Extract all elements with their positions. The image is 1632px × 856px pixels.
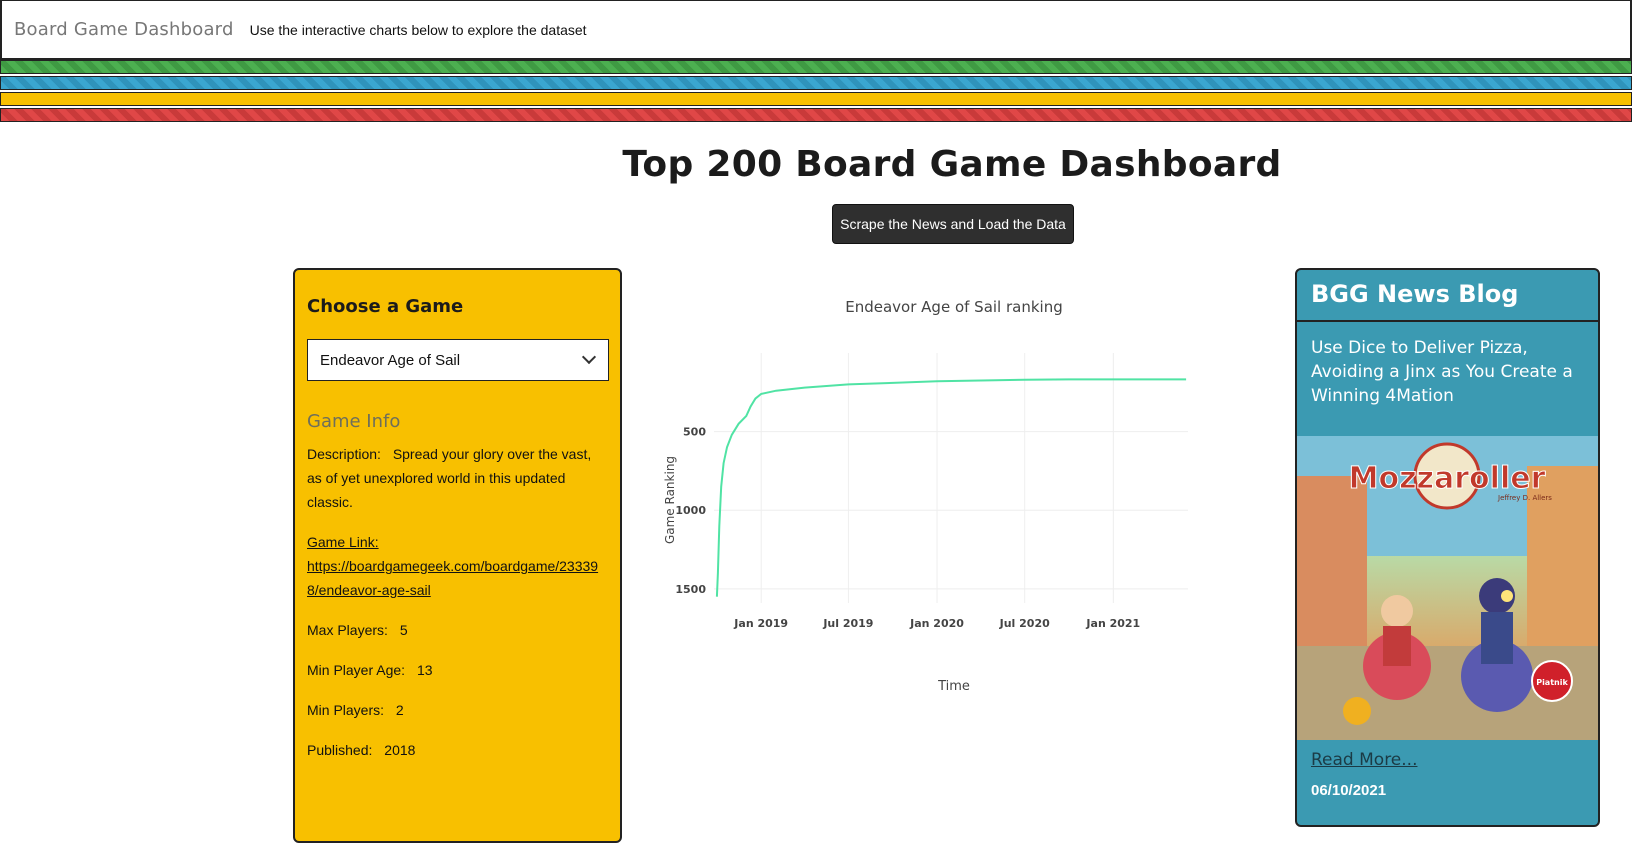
max-players-value: 5 [399,622,408,638]
chart-title: Endeavor Age of Sail ranking [845,298,1063,316]
brand-title[interactable]: Board Game Dashboard [14,19,234,40]
published-row: Published: 2018 [307,738,608,762]
x-tick-label: Jan 2020 [909,617,964,630]
game-link-label[interactable]: Game Link: [307,534,379,550]
chevron-down-icon [581,349,597,365]
min-age-value: 13 [416,662,433,678]
game-panel: Choose a Game Endeavor Age of Sail Game … [293,268,622,843]
news-image[interactable]: Mozzaroller Jeffrey D. Allers Piatnik [1297,436,1598,740]
published-label: Published: [307,742,373,758]
news-image-author: Jeffrey D. Allers [1497,494,1552,502]
game-select-value: Endeavor Age of Sail [320,351,461,369]
game-info-heading: Game Info [307,411,401,432]
min-age-row: Min Player Age: 13 [307,658,608,682]
green-stripe [0,60,1632,74]
read-more-link[interactable]: Read More... [1311,750,1598,770]
y-tick-label: 1500 [675,583,706,596]
x-tick-label: Jul 2020 [999,617,1050,630]
min-age-label: Min Player Age: [307,662,406,678]
game-select[interactable]: Endeavor Age of Sail [307,339,609,381]
news-title[interactable]: Use Dice to Deliver Pizza, Avoiding a Ji… [1297,322,1598,436]
navbar: Board Game Dashboard Use the interactive… [0,0,1632,60]
page-title-wrap: Top 200 Board Game Dashboard [0,144,1632,185]
max-players-row: Max Players: 5 [307,618,608,642]
description-row: Description: Spread your glory over the … [307,442,608,514]
min-players-value: 2 [395,702,404,718]
chart-x-axis-label: Time [937,679,970,694]
game-info: Description: Spread your glory over the … [307,442,608,762]
min-players-label: Min Players: [307,702,385,718]
ranking-chart[interactable]: Endeavor Age of Sail ranking Time Game R… [658,290,1218,710]
ranking-chart-svg[interactable]: Endeavor Age of Sail ranking Time Game R… [658,290,1218,710]
published-value: 2018 [384,742,416,758]
news-image-title: Mozzaroller [1349,461,1546,496]
red-stripe [0,108,1632,122]
min-players-row: Min Players: 2 [307,698,608,722]
game-link-row: Game Link: https://boardgamegeek.com/boa… [307,530,608,602]
news-date: 06/10/2021 [1311,782,1387,799]
x-tick-label: Jan 2019 [733,617,788,630]
x-tick-label: Jan 2021 [1085,617,1140,630]
choose-game-heading: Choose a Game [307,296,464,317]
blue-stripe [0,76,1632,90]
y-tick-label: 1000 [675,504,706,517]
news-image-badge: Piatnik [1536,678,1568,687]
yellow-stripe [0,92,1632,106]
x-tick-label: Jul 2019 [822,617,873,630]
description-label: Description: [307,446,381,462]
y-tick-label: 500 [683,426,706,439]
max-players-label: Max Players: [307,622,388,638]
scrape-button[interactable]: Scrape the News and Load the Data [832,204,1074,244]
news-image-art: Mozzaroller Jeffrey D. Allers Piatnik [1297,436,1598,740]
news-heading: BGG News Blog [1297,270,1598,322]
ranking-line[interactable] [715,378,1187,597]
game-link[interactable]: https://boardgamegeek.com/boardgame/2333… [307,558,598,598]
chart-y-axis-label: Game Ranking [663,456,677,544]
news-panel: BGG News Blog Use Dice to Deliver Pizza,… [1295,268,1600,827]
page-title: Top 200 Board Game Dashboard [622,144,1282,185]
navbar-subtitle: Use the interactive charts below to expl… [249,21,587,38]
